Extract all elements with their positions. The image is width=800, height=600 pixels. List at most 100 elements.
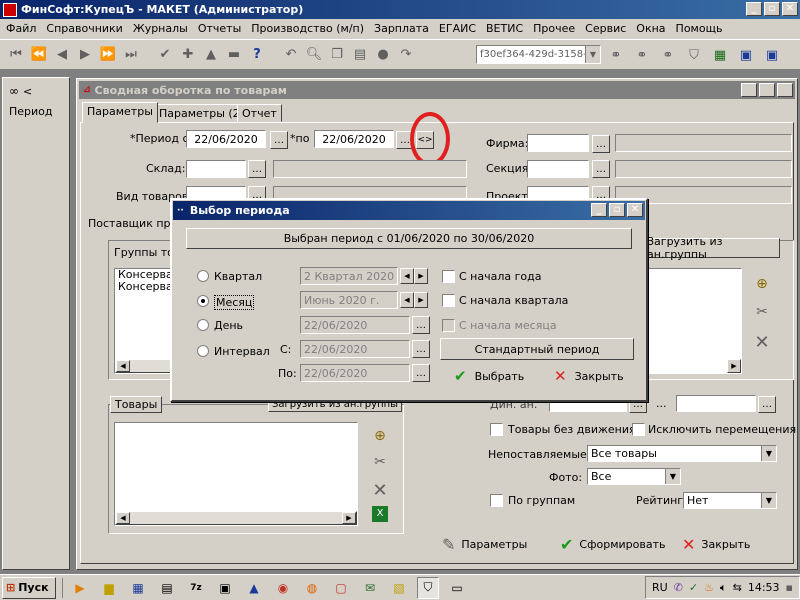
language-indicator[interactable]: RU (652, 581, 668, 594)
no-movement-checkbox[interactable] (490, 423, 503, 436)
start-button[interactable]: ⊞ Пуск (2, 576, 56, 599)
exclude-moves-checkbox[interactable] (632, 423, 645, 436)
viber-icon[interactable]: ✆ (674, 581, 683, 594)
dialog-minimize-button[interactable]: _ (591, 203, 607, 217)
chrome-icon[interactable]: ◉ (272, 577, 294, 599)
guid-select[interactable]: f30ef364-429d-3158- ▼ (476, 45, 601, 64)
period-from-dots-button[interactable]: … (270, 131, 288, 149)
since-quarter-checkbox[interactable] (442, 294, 455, 307)
quarter-next-button[interactable]: ▶ (414, 268, 428, 284)
rating-select[interactable]: Нет ▼ (683, 492, 777, 509)
tab-params[interactable]: Параметры (82, 102, 158, 123)
fire-icon[interactable]: ♨ (704, 581, 714, 594)
to-field[interactable]: 22/06/2020 (300, 364, 410, 382)
dialog-ok-button[interactable]: ✔ Выбрать (454, 366, 524, 386)
scroll-left-button[interactable]: ◀ (116, 360, 130, 372)
calculator-icon[interactable]: ▦ (127, 577, 149, 599)
month-next-button[interactable]: ▶ (414, 292, 428, 308)
month-radio[interactable] (197, 295, 209, 307)
record-icon[interactable]: ● (373, 45, 393, 65)
tab-report[interactable]: Отчет (237, 104, 282, 122)
interval-radio[interactable] (197, 345, 209, 357)
firefox-icon[interactable]: ◍ (301, 577, 323, 599)
groups-list-right[interactable]: ▶ (640, 268, 742, 374)
menu-item-7[interactable]: ВЕТИС (481, 20, 528, 38)
period-to-input[interactable]: 22/06/2020 (314, 130, 394, 148)
volume-icon[interactable]: 🔈︎ (720, 581, 727, 595)
dialog-cancel-button[interactable]: ✕ Закрыть (554, 366, 624, 386)
tray-overflow-icon[interactable]: ▪ (786, 581, 793, 594)
menu-item-0[interactable]: Файл (1, 20, 41, 38)
binoculars-next-icon[interactable]: ⚭ (658, 45, 678, 65)
app-minimize-button[interactable]: _ (746, 2, 762, 16)
app-maximize-button[interactable]: ▫ (764, 2, 780, 16)
next-page-icon[interactable]: ⏩ (98, 45, 118, 65)
params-button[interactable]: ✎ Параметры (442, 534, 527, 554)
section-input[interactable] (527, 160, 589, 178)
checklist-icon[interactable]: ✓ (689, 581, 698, 594)
paste-icon[interactable]: ▤ (350, 45, 370, 65)
excel-icon[interactable]: X (372, 506, 388, 522)
report-minimize-button[interactable]: _ (741, 83, 757, 97)
prev-page-icon[interactable]: ⏪ (29, 45, 49, 65)
document-icon[interactable]: ▤ (156, 577, 178, 599)
quarter-field[interactable]: 2 Квартал 2020 г. (300, 267, 398, 285)
add-icon[interactable]: ✚ (178, 45, 198, 65)
menu-item-3[interactable]: Отчеты (193, 20, 246, 38)
goods-delete-x-icon[interactable]: ✕ (370, 480, 390, 501)
folder-icon[interactable]: ▆ (98, 577, 120, 599)
menu-item-1[interactable]: Справочники (41, 20, 127, 38)
presentation-icon[interactable]: ▢ (330, 577, 352, 599)
archive-icon[interactable]: ▣ (214, 577, 236, 599)
menu-item-11[interactable]: Помощь (671, 20, 728, 38)
tab-params-2[interactable]: Параметры (2) (154, 104, 249, 122)
first-record-icon[interactable]: ⏮ (6, 45, 26, 65)
menu-item-4[interactable]: Производство (м/п) (246, 20, 369, 38)
media-player-icon[interactable]: ▶ (69, 577, 91, 599)
triangle-up-icon[interactable]: ▲ (201, 45, 221, 65)
analit-dots-button-2[interactable]: … (758, 396, 776, 413)
filter-icon[interactable]: ⛉ (684, 45, 704, 65)
undo-icon[interactable]: ↶ (281, 45, 301, 65)
window-stack-icon[interactable]: ▣ (762, 45, 782, 65)
photo-select[interactable]: Все ▼ (587, 468, 681, 485)
minus-icon[interactable]: ▬ (224, 45, 244, 65)
report-close-button[interactable]: ✕ (777, 83, 793, 97)
day-field[interactable]: 22/06/2020 (300, 316, 410, 334)
month-field[interactable]: Июнь 2020 г. (300, 291, 398, 309)
month-prev-button[interactable]: ◀ (400, 292, 414, 308)
warehouse-input[interactable] (186, 160, 246, 178)
notes-icon[interactable]: ▧ (388, 577, 410, 599)
goods-scissors-icon[interactable]: ✂ (370, 454, 390, 474)
goods-scroll-left-button[interactable]: ◀ (116, 512, 130, 524)
app-close-button[interactable]: ✕ (782, 2, 798, 16)
menu-item-2[interactable]: Журналы (128, 20, 193, 38)
delete-x-icon[interactable]: ✕ (752, 332, 772, 353)
copy-icon[interactable]: ❐ (327, 45, 347, 65)
next-record-icon[interactable]: ▶ (75, 45, 95, 65)
to-dots-button[interactable]: … (412, 364, 430, 382)
checkmark-icon[interactable]: ✔ (155, 45, 175, 65)
last-record-icon[interactable]: ⏭ (121, 45, 141, 65)
firm-input[interactable] (527, 134, 589, 152)
menu-item-9[interactable]: Сервис (580, 20, 631, 38)
dialog-maximize-button[interactable]: ▫ (609, 203, 625, 217)
form-button[interactable]: ✔ Сформировать (560, 534, 665, 554)
section-dots-button[interactable]: … (592, 160, 610, 178)
since-month-checkbox[interactable] (442, 319, 455, 332)
binoculars-add-icon[interactable]: ⚭ (632, 45, 652, 65)
binoculars-icon[interactable]: ⚭ (606, 45, 626, 65)
left-panel-label[interactable]: Период (9, 105, 53, 118)
period-from-input[interactable]: 22/06/2020 (186, 130, 266, 148)
warehouse-dots-button[interactable]: … (248, 160, 266, 178)
since-year-checkbox[interactable] (442, 270, 455, 283)
prev-record-icon[interactable]: ◀ (52, 45, 72, 65)
finsoft-taskbar-icon[interactable]: ⛉ (417, 576, 439, 599)
app-triangle-icon[interactable]: ▲ (243, 577, 265, 599)
back-button[interactable]: < (23, 85, 32, 98)
from-field[interactable]: 22/06/2020 (300, 340, 410, 358)
menu-item-8[interactable]: Прочее (528, 20, 580, 38)
goods-scrollbar[interactable]: ◀ ▶ (115, 511, 357, 525)
mail-icon[interactable]: ✉ (359, 577, 381, 599)
undelivered-select[interactable]: Все товары ▼ (587, 445, 777, 462)
